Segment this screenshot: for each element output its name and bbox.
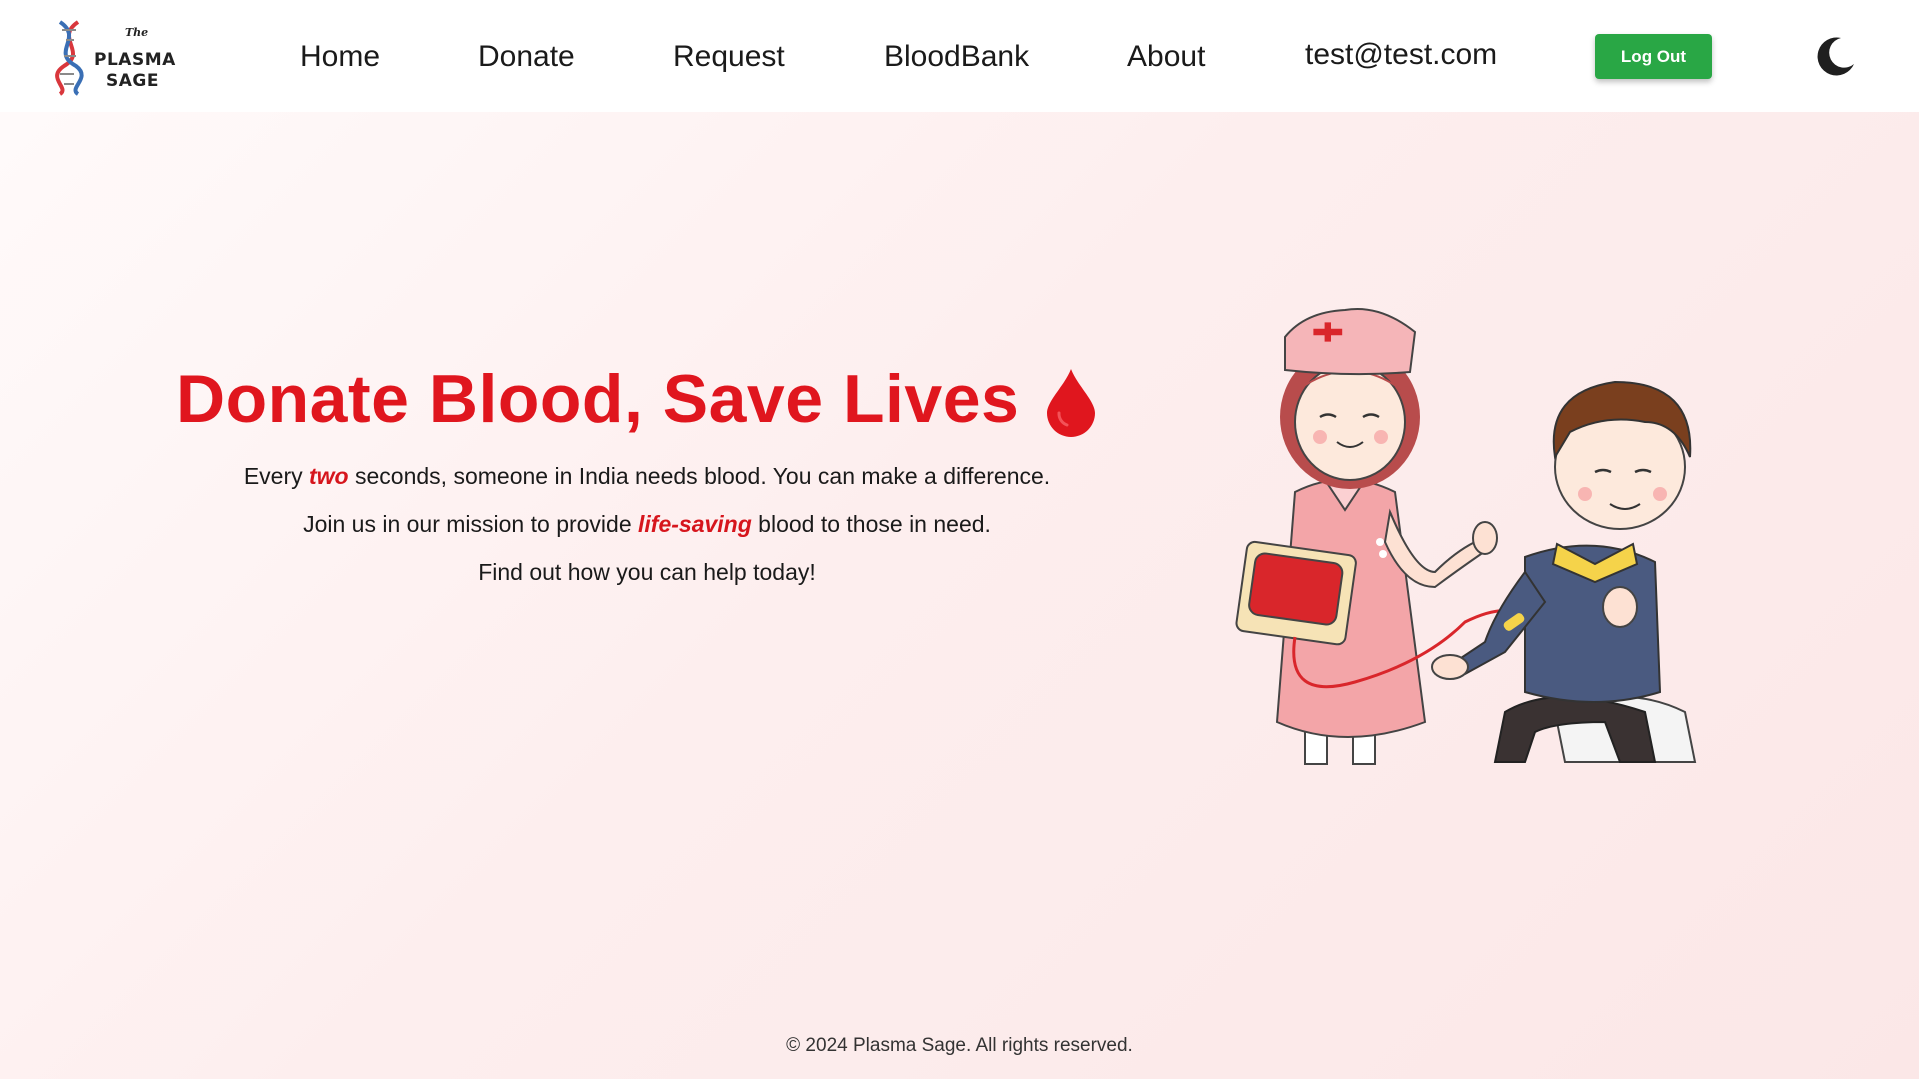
hero-title: Donate Blood, Save Lives — [176, 361, 1020, 437]
dna-helix-icon — [55, 20, 84, 96]
nav-about[interactable]: About — [1127, 40, 1205, 74]
hero-line-2: Join us in our mission to provide life-s… — [147, 511, 1147, 538]
nav-home[interactable]: Home — [300, 40, 380, 74]
logo-plasma: PLASMA — [94, 50, 176, 70]
navbar: The PLASMA SAGE Home Donate Request Bloo… — [0, 0, 1919, 112]
hero-line-1: Every two seconds, someone in India need… — [147, 463, 1147, 490]
hero-section: Donate Blood, Save Lives Every two secon… — [0, 112, 1919, 1079]
user-email: test@test.com — [1305, 38, 1498, 71]
logo-sage: SAGE — [106, 71, 159, 91]
moon-icon — [1817, 37, 1854, 76]
nav-bloodbank[interactable]: BloodBank — [884, 40, 1029, 74]
hero-line-1-start: Every — [243, 463, 309, 489]
hero-line-3: Find out how you can help today! — [478, 559, 816, 585]
logo-the: The — [125, 26, 149, 39]
site-logo[interactable]: The PLASMA SAGE — [48, 18, 178, 96]
hero-line-2-start: Join us in our mission to provide — [303, 511, 639, 537]
theme-toggle[interactable] — [1812, 34, 1858, 80]
hero-line-2-end: blood to those in need. — [751, 511, 991, 537]
donation-illustration — [1235, 308, 1697, 765]
nav-request[interactable]: Request — [673, 40, 785, 74]
nav-donate[interactable]: Donate — [478, 40, 575, 74]
blood-drop-icon — [1047, 369, 1095, 437]
hero-line-1-end: seconds, someone in India needs blood. Y… — [348, 463, 1051, 489]
footer-copyright: © 2024 Plasma Sage. All rights reserved. — [786, 1035, 1133, 1056]
hero-highlight-two: two — [309, 463, 349, 489]
hero-highlight-life-saving: life-saving — [638, 511, 752, 537]
logout-button[interactable]: Log Out — [1595, 34, 1712, 79]
